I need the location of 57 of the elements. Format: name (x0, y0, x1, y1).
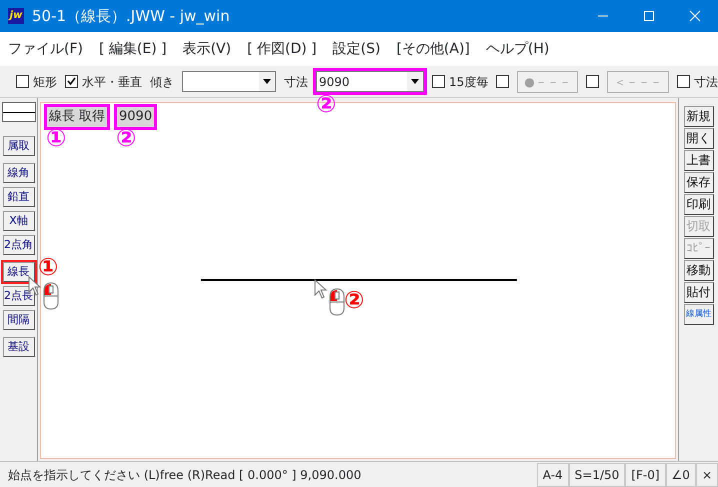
close-icon[interactable] (687, 8, 703, 24)
menu-item[interactable]: [ 編集(E) ] (98, 38, 167, 60)
tool-button[interactable]: 移動 (684, 260, 714, 281)
annotation-number: ② (344, 288, 364, 312)
checkbox[interactable] (432, 75, 445, 88)
annotation-number: ② (316, 92, 336, 116)
tool-button[interactable]: 開く (684, 128, 714, 149)
tool-button[interactable]: 属取 (2, 136, 34, 156)
checkbox-label: 寸法 (694, 74, 718, 90)
annotation-number: ① (38, 255, 58, 279)
checkbox-label: 水平・垂直 (82, 74, 142, 90)
checkbox[interactable] (676, 75, 690, 88)
caret-icon[interactable] (411, 79, 419, 84)
dropdown-field[interactable] (182, 71, 276, 92)
tool-button[interactable]: 保存 (684, 172, 714, 193)
info-label: 線長 取得 (47, 107, 108, 126)
window-title: 50-1（線長）.JWW - jw_win (32, 6, 230, 27)
tool-button[interactable]: 間隔 (2, 310, 34, 330)
tool-button[interactable]: 線長 (2, 262, 34, 282)
tool-button[interactable]: X軸 (2, 211, 34, 231)
checkbox[interactable] (16, 75, 29, 88)
status-panel: × (696, 462, 718, 486)
menu-item[interactable]: 表示(V) (182, 38, 232, 60)
tool-button[interactable]: 2点角 (2, 235, 34, 255)
toolbar-label: 傾き (150, 74, 174, 90)
tool-button[interactable]: 線角 (2, 163, 34, 183)
tool-button[interactable]: 鉛直 (2, 187, 34, 207)
menu-item[interactable]: [ 作図(D) ] (247, 38, 317, 60)
line-sample[interactable] (2, 102, 36, 122)
status-message: 始点を指示してください (L)free (R)Read [ 0.000° ] 9,090.000 (8, 466, 362, 484)
info-label: 9090 (117, 107, 154, 126)
checkbox-label: 矩形 (33, 74, 57, 90)
tool-button[interactable]: 印刷 (684, 194, 714, 215)
menu-item[interactable]: 設定(S) (332, 38, 380, 60)
mouse-icon (328, 288, 346, 316)
checkbox[interactable] (586, 75, 599, 88)
status-panel: A-4 (536, 462, 569, 486)
maximize-icon[interactable] (641, 8, 657, 24)
dropdown-field[interactable]: 9090 (316, 71, 424, 92)
status-panel: [F-0] (625, 462, 666, 486)
menu-item[interactable]: ファイル(F) (8, 38, 83, 60)
checkbox[interactable] (65, 75, 78, 88)
status-panel: S=1/50 (568, 462, 626, 486)
toolbar-label: 寸法 (284, 74, 308, 90)
checkbox-label: 15度毎 (449, 74, 488, 90)
cursor-icon (314, 279, 328, 299)
caret-icon[interactable] (263, 79, 271, 84)
tool-button[interactable]: 上書 (684, 150, 714, 171)
app-logo: jw (8, 8, 24, 24)
tool-button[interactable]: 新規 (684, 106, 714, 127)
tool-button[interactable]: 貼付 (684, 282, 714, 303)
tool-button[interactable]: 基設 (2, 337, 34, 357)
tool-button[interactable]: 線属性 (684, 304, 714, 325)
menu-item[interactable]: ヘルプ(H) (486, 38, 550, 60)
checkbox[interactable] (496, 75, 510, 88)
status-panel: ∠0 (666, 462, 696, 486)
menu-item[interactable]: [その他(A)] (396, 38, 470, 60)
